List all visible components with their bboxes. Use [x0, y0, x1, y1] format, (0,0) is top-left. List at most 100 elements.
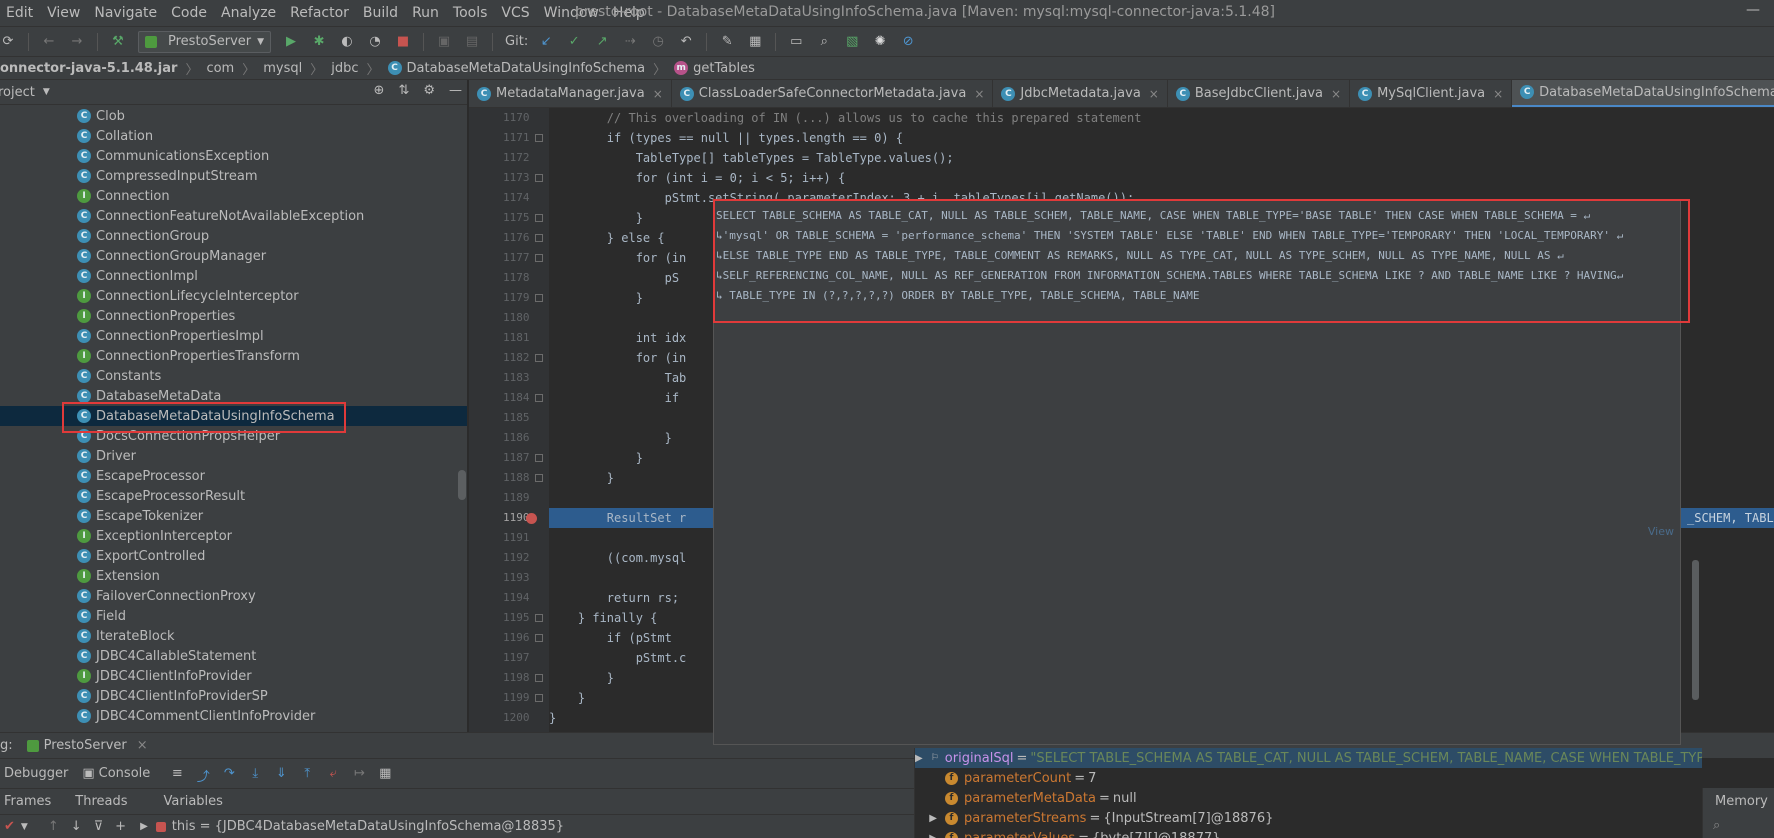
variables-tab[interactable]: Variables [164, 794, 223, 809]
drop-frame-icon[interactable]: ⤶ [325, 766, 341, 782]
back-arrow-icon[interactable]: ← [41, 34, 57, 50]
view-link-faint[interactable]: View [1648, 525, 1674, 538]
evaluate-icon[interactable]: ▦ [377, 766, 393, 782]
fold-marker-icon[interactable] [535, 694, 543, 702]
fold-marker-icon[interactable] [535, 394, 543, 402]
tree-item[interactable]: C IterateBlock [0, 626, 467, 646]
tree-item[interactable]: C Clob [0, 106, 467, 126]
memory-tab[interactable]: Memory [1715, 794, 1768, 809]
tree-item[interactable]: I Connection [0, 186, 467, 206]
project-structure-icon[interactable]: ▦ [747, 34, 763, 50]
editor-tab[interactable]: C ClassLoaderSafeConnectorMetadata.java × [672, 80, 994, 107]
fold-marker-icon[interactable] [535, 634, 543, 642]
tree-item[interactable]: C CompressedInputStream [0, 166, 467, 186]
close-icon[interactable]: × [137, 738, 148, 753]
chevron-down-icon[interactable]: ▼ [21, 822, 28, 832]
tree-item[interactable]: C Collation [0, 126, 467, 146]
console-tab[interactable]: ▣ Console [82, 766, 150, 781]
tree-item[interactable]: C CommunicationsException [0, 146, 467, 166]
popup-scrollbar[interactable] [1692, 560, 1699, 700]
tree-item[interactable]: I JDBC4ClientInfoProvider [0, 666, 467, 686]
breadcrumb-mysql[interactable]: mysql [263, 61, 302, 76]
fold-marker-icon[interactable] [535, 134, 543, 142]
revert-icon[interactable]: ↶ [678, 34, 694, 50]
tree-item[interactable]: C Field [0, 606, 467, 626]
menu-analyze[interactable]: Analyze [214, 5, 283, 21]
expand-arrow-icon[interactable]: ▶ [915, 753, 931, 764]
run-to-cursor-icon[interactable]: ↦ [351, 766, 367, 782]
close-icon[interactable]: × [653, 87, 663, 101]
tree-item[interactable]: C ConnectionPropertiesImpl [0, 326, 467, 346]
chevron-down-icon[interactable]: ▼ [43, 87, 50, 97]
variable-row[interactable]: ▶ f parameterStreams = {InputStream[7]@18876… [915, 808, 1702, 828]
fold-marker-icon[interactable] [535, 254, 543, 262]
tree-item[interactable]: I ConnectionLifecycleInterceptor [0, 286, 467, 306]
variable-row[interactable]: f parameterCount = 7 [915, 768, 1702, 788]
tree-item[interactable]: I ConnectionProperties [0, 306, 467, 326]
settings-wrench-icon[interactable]: ✎ [719, 34, 735, 50]
check-icon[interactable]: ✔ [4, 819, 15, 834]
tree-item[interactable]: C ExportControlled [0, 546, 467, 566]
search-icon[interactable]: ⌕ [1713, 818, 1720, 833]
this-variable[interactable]: this = {JDBC4DatabaseMetaDataUsingInfoSc… [172, 819, 564, 834]
menu-code[interactable]: Code [164, 5, 214, 21]
tree-item[interactable]: C JDBC4ClientInfoProviderSP [0, 686, 467, 706]
variable-row[interactable]: ▶ f parameterValues = {byte[7][]@18877} [915, 828, 1702, 838]
editor-tab[interactable]: C MySqlClient.java × [1350, 80, 1513, 107]
hide-panel-icon[interactable]: — [449, 83, 462, 98]
editor-tab[interactable]: C BaseJdbcClient.java × [1168, 80, 1351, 107]
tree-item[interactable]: C ConnectionGroup [0, 226, 467, 246]
breadcrumb-jar[interactable]: onnector-java-5.1.48.jar [0, 61, 177, 76]
gear-icon[interactable]: ⚙ [423, 83, 435, 98]
build-hammer-icon[interactable]: ⚒ [110, 34, 126, 50]
terminal-icon[interactable]: ▭ [788, 34, 804, 50]
editor-tab[interactable]: CDatabaseMetaDataUsingInfoSchema.java× [1512, 80, 1774, 107]
profile-icon[interactable]: ◔ [367, 34, 383, 50]
step-over-icon[interactable]: ↷ [221, 766, 237, 782]
tree-item[interactable]: C ConnectionGroupManager [0, 246, 467, 266]
tree-item[interactable]: C FailoverConnectionProxy [0, 586, 467, 606]
attach-icon[interactable]: ▣ [436, 34, 452, 50]
force-step-into-icon[interactable]: ⇓ [273, 766, 289, 782]
tree-item[interactable]: C ConnectionImpl [0, 266, 467, 286]
tree-item[interactable]: C JDBC4CommentClientInfoProvider [0, 706, 467, 726]
tree-item[interactable]: C EscapeTokenizer [0, 506, 467, 526]
menu-view[interactable]: View [40, 5, 87, 21]
run-configuration-select[interactable]: PrestoServer ▼ [138, 30, 272, 53]
tree-item[interactable]: C ConnectionFeatureNotAvailableException [0, 206, 467, 226]
coverage-icon[interactable]: ◐ [339, 34, 355, 50]
menu-run[interactable]: Run [405, 5, 446, 21]
expand-arrow-icon[interactable]: ▶ [140, 821, 148, 832]
add-icon[interactable]: + [115, 819, 126, 834]
no-entry-icon[interactable]: ⊘ [900, 34, 916, 50]
step-out-icon[interactable]: ⤒ [299, 766, 315, 782]
tree-item[interactable]: C Constants [0, 366, 467, 386]
breadcrumb-method[interactable]: getTables [693, 61, 755, 76]
threads-tab[interactable]: Threads [75, 794, 127, 809]
git-push-icon[interactable]: ↗ [594, 34, 610, 50]
menu-vcs[interactable]: VCS [494, 5, 536, 21]
editor-tab[interactable]: C MetadataManager.java × [469, 80, 672, 107]
locate-target-icon[interactable]: ⊕ [374, 83, 385, 98]
tree-item[interactable]: C EscapeProcessor [0, 466, 467, 486]
breadcrumb-class[interactable]: DatabaseMetaDataUsingInfoSchema [407, 61, 646, 76]
fold-marker-icon[interactable] [535, 294, 543, 302]
close-icon[interactable]: × [974, 87, 984, 101]
git-commit-icon[interactable]: ✓ [566, 34, 582, 50]
history-icon[interactable]: ◷ [650, 34, 666, 50]
monitor-icon[interactable]: ▧ [844, 34, 860, 50]
close-icon[interactable]: × [1149, 87, 1159, 101]
sync-icon[interactable]: ⟳ [0, 34, 16, 50]
filter-icon[interactable]: ⊽ [94, 819, 104, 834]
expand-arrow-icon[interactable]: ▶ [915, 833, 945, 838]
show-execution-point-icon[interactable]: ⤴ [195, 766, 211, 785]
menu-refactor[interactable]: Refactor [283, 5, 356, 21]
project-panel-title[interactable]: roject [0, 85, 35, 100]
variable-row[interactable]: f parameterMetaData = null [915, 788, 1702, 808]
menu-edit[interactable]: Edit [0, 5, 40, 21]
menu-lines-icon[interactable]: ≡ [169, 766, 185, 782]
close-icon[interactable]: × [1493, 87, 1503, 101]
variable-row[interactable]: ▶ ⚐ originalSql = "SELECT TABLE_SCHEMA AS TA… [915, 748, 1702, 768]
debug-bug-icon[interactable]: ✱ [311, 34, 327, 50]
expand-arrow-icon[interactable]: ▶ [915, 813, 945, 824]
